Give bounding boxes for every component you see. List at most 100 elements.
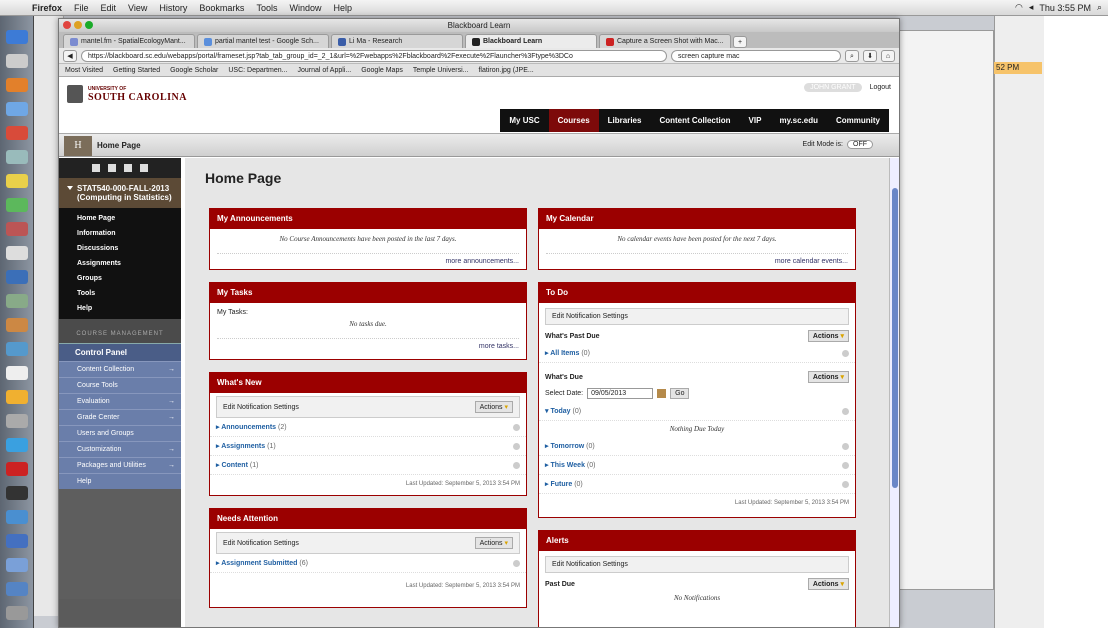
calendar-icon[interactable] bbox=[657, 389, 667, 398]
nav-community[interactable]: Community bbox=[827, 109, 889, 132]
back-button[interactable]: ◀ bbox=[63, 49, 77, 62]
skype-icon[interactable] bbox=[6, 438, 28, 452]
breadcrumb[interactable]: Home Page bbox=[97, 141, 141, 150]
app-icon[interactable] bbox=[6, 366, 28, 380]
status-circle-icon[interactable] bbox=[513, 461, 520, 469]
bookmark-usc-department[interactable]: USC: Departmen... bbox=[228, 67, 287, 74]
menu-edit[interactable]: Edit bbox=[95, 3, 123, 13]
more-calendar-events-link[interactable]: more calendar events... bbox=[546, 253, 848, 265]
acrobat-icon[interactable] bbox=[6, 462, 28, 476]
menu-file[interactable]: File bbox=[68, 3, 95, 13]
folder-view-icon[interactable] bbox=[108, 164, 116, 172]
download-icon[interactable]: ⬇ bbox=[863, 49, 877, 62]
browser-tab-1[interactable]: mantel.fm - SpatialEcologyMant... bbox=[63, 34, 195, 48]
list-item[interactable]: ▸ Assignments (1) bbox=[210, 437, 526, 456]
menu-window[interactable]: Window bbox=[283, 3, 327, 13]
zoom-window-icon[interactable] bbox=[85, 21, 93, 29]
menu-app-firefox[interactable]: Firefox bbox=[26, 3, 68, 13]
list-item[interactable]: ▸ All Items (0) bbox=[539, 344, 855, 363]
folder-icon[interactable] bbox=[6, 582, 28, 596]
spotlight-icon[interactable]: ⌕ bbox=[1097, 2, 1102, 13]
module-header[interactable]: Alerts bbox=[539, 531, 855, 551]
bookmark-temple[interactable]: Temple Universi... bbox=[413, 67, 469, 74]
cp-evaluation[interactable]: Evaluation → bbox=[59, 393, 181, 409]
nav-my-usc[interactable]: My USC bbox=[500, 109, 548, 132]
trash-icon[interactable] bbox=[6, 606, 28, 620]
bookmark-most-visited[interactable]: Most Visited bbox=[65, 67, 103, 74]
go-button[interactable]: Go bbox=[670, 388, 690, 399]
menubar-clock[interactable]: Thu 3:55 PM bbox=[1039, 3, 1091, 13]
bookmark-google-maps[interactable]: Google Maps bbox=[361, 67, 403, 74]
search-icon[interactable]: ⌕ bbox=[845, 49, 859, 62]
edit-mode-toggle[interactable]: OFF bbox=[847, 140, 873, 149]
cp-customization[interactable]: Customization → bbox=[59, 441, 181, 457]
cp-help[interactable]: Help bbox=[59, 473, 181, 489]
browser-tab-2[interactable]: partial mantel test - Google Sch... bbox=[197, 34, 329, 48]
course-title[interactable]: STAT540-000-FALL-2013 (Computing in Stat… bbox=[59, 178, 181, 208]
app-icon[interactable] bbox=[6, 246, 28, 260]
nav-libraries[interactable]: Libraries bbox=[599, 109, 651, 132]
minimize-window-icon[interactable] bbox=[74, 21, 82, 29]
app-icon[interactable] bbox=[6, 510, 28, 524]
app-icon[interactable] bbox=[6, 222, 28, 236]
module-header[interactable]: To Do bbox=[539, 283, 855, 303]
menu-bookmarks[interactable]: Bookmarks bbox=[193, 3, 250, 13]
nav-my-sc-edu[interactable]: my.sc.edu bbox=[770, 109, 827, 132]
menu-help[interactable]: Help bbox=[327, 3, 358, 13]
actions-button[interactable]: Actions ▾ bbox=[474, 401, 513, 413]
app-icon[interactable] bbox=[6, 102, 28, 116]
window-titlebar[interactable]: Blackboard Learn bbox=[59, 19, 899, 32]
list-item[interactable]: ▸ Future (0) bbox=[539, 475, 855, 494]
user-name[interactable]: JOHN GRANT bbox=[804, 83, 862, 92]
actions-button[interactable]: Actions ▾ bbox=[807, 330, 849, 342]
list-item[interactable]: ▸ Content (1) bbox=[210, 456, 526, 475]
status-circle-icon[interactable] bbox=[513, 442, 520, 450]
terminal-icon[interactable] bbox=[6, 486, 28, 500]
status-circle-icon[interactable] bbox=[842, 442, 849, 450]
edit-notification-settings-link[interactable]: Edit Notification Settings bbox=[223, 404, 299, 411]
edit-notification-settings-link[interactable]: Edit Notification Settings bbox=[552, 561, 628, 568]
list-item[interactable]: ▸ This Week (0) bbox=[539, 456, 855, 475]
finder-icon[interactable] bbox=[6, 30, 28, 44]
r-icon[interactable] bbox=[6, 534, 28, 548]
home-icon[interactable]: ⌂ bbox=[881, 49, 895, 62]
add-menu-item-icon[interactable] bbox=[92, 164, 100, 172]
scrollbar-thumb[interactable] bbox=[892, 188, 898, 488]
bookmark-getting-started[interactable]: Getting Started bbox=[113, 67, 160, 74]
app-icon[interactable] bbox=[6, 126, 28, 140]
app-icon[interactable] bbox=[6, 174, 28, 188]
logout-link[interactable]: Logout bbox=[870, 84, 891, 91]
nav-content-collection[interactable]: Content Collection bbox=[650, 109, 739, 132]
app-icon[interactable] bbox=[6, 390, 28, 404]
browser-tab-3[interactable]: Li Ma - Research bbox=[331, 34, 463, 48]
edit-notification-settings-link[interactable]: Edit Notification Settings bbox=[552, 313, 628, 320]
page-scrollbar[interactable] bbox=[889, 158, 899, 627]
menu-tools[interactable]: Tools bbox=[250, 3, 283, 13]
app-icon[interactable] bbox=[6, 270, 28, 284]
bookmark-journal[interactable]: Journal of Appli... bbox=[298, 67, 352, 74]
module-header[interactable]: My Calendar bbox=[539, 209, 855, 229]
module-header[interactable]: My Tasks bbox=[210, 283, 526, 303]
app-icon[interactable] bbox=[6, 318, 28, 332]
nav-courses[interactable]: Courses bbox=[548, 109, 599, 132]
more-announcements-link[interactable]: more announcements... bbox=[217, 253, 519, 265]
menu-view[interactable]: View bbox=[122, 3, 153, 13]
bookmark-google-scholar[interactable]: Google Scholar bbox=[170, 67, 218, 74]
course-logo[interactable]: H bbox=[64, 136, 92, 156]
module-header[interactable]: What's New bbox=[210, 373, 526, 393]
course-link-information[interactable]: Information bbox=[59, 226, 181, 241]
status-circle-icon[interactable] bbox=[842, 461, 849, 469]
list-item[interactable]: ▸ Tomorrow (0) bbox=[539, 437, 855, 456]
browser-tab-5[interactable]: Capture a Screen Shot with Mac... bbox=[599, 34, 731, 48]
folder-icon[interactable] bbox=[6, 558, 28, 572]
new-window-icon[interactable] bbox=[124, 164, 132, 172]
app-icon[interactable] bbox=[6, 294, 28, 308]
list-item[interactable]: ▾ Today (0) bbox=[539, 402, 855, 421]
close-window-icon[interactable] bbox=[63, 21, 71, 29]
new-tab-button[interactable]: + bbox=[733, 36, 747, 48]
cp-course-tools[interactable]: Course Tools bbox=[59, 377, 181, 393]
app-icon[interactable] bbox=[6, 342, 28, 356]
browser-tab-4-active[interactable]: Blackboard Learn bbox=[465, 34, 597, 48]
app-icon[interactable] bbox=[6, 150, 28, 164]
control-panel-header[interactable]: Control Panel bbox=[59, 343, 181, 361]
